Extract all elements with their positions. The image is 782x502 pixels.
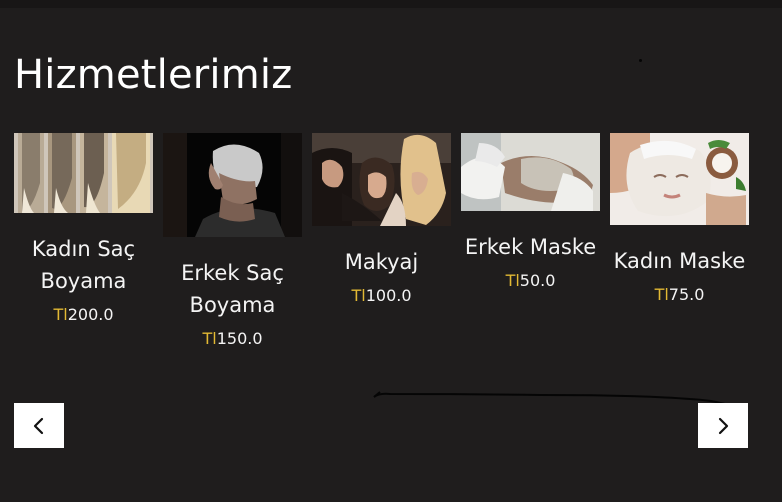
currency-label: Tl (351, 286, 366, 305)
service-image-women-mask (610, 133, 749, 225)
service-price: Tl50.0 (461, 271, 600, 290)
service-card[interactable]: Makyaj Tl100.0 (312, 133, 451, 305)
carousel-next-button[interactable] (698, 403, 748, 448)
currency-label: Tl (53, 305, 68, 324)
service-card[interactable]: Erkek Maske Tl50.0 (461, 133, 600, 290)
services-section: Hizmetlerimiz Kadın Saç Boyama Tl200.0 E… (0, 0, 782, 502)
service-price: Tl200.0 (14, 305, 153, 324)
service-name: Kadın Maske (613, 249, 746, 273)
section-title: Hizmetlerimiz (14, 52, 293, 98)
price-value: 150.0 (216, 329, 263, 348)
service-name: Makyaj (344, 250, 419, 274)
service-image-hair-color (14, 133, 153, 213)
service-card[interactable]: Kadın Maske Tl75.0 (610, 133, 749, 304)
service-price: Tl150.0 (163, 329, 302, 348)
price-value: 75.0 (668, 285, 705, 304)
chevron-left-icon (33, 417, 44, 434)
top-bar (0, 0, 782, 8)
service-image-men-hair-color (163, 133, 302, 237)
stray-dot (639, 59, 642, 62)
service-price: Tl75.0 (610, 285, 749, 304)
service-card[interactable]: Kadın Saç Boyama Tl200.0 (14, 133, 153, 324)
currency-label: Tl (654, 285, 669, 304)
service-card[interactable]: Erkek Saç Boyama Tl150.0 (163, 133, 302, 348)
price-value: 50.0 (519, 271, 556, 290)
service-price: Tl100.0 (312, 286, 451, 305)
currency-label: Tl (505, 271, 520, 290)
service-image-makeup (312, 133, 451, 226)
price-value: 100.0 (365, 286, 412, 305)
service-name: Kadın Saç Boyama (31, 237, 136, 293)
carousel-prev-button[interactable] (14, 403, 64, 448)
service-name: Erkek Maske (464, 235, 597, 259)
service-image-men-mask (461, 133, 600, 211)
chevron-right-icon (718, 417, 729, 434)
price-value: 200.0 (67, 305, 114, 324)
currency-label: Tl (202, 329, 217, 348)
service-name: Erkek Saç Boyama (181, 261, 284, 317)
